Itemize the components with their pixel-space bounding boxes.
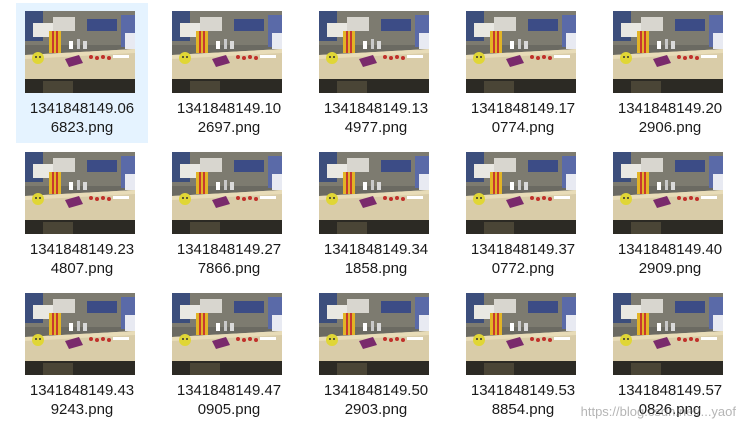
file-thumbnail bbox=[319, 152, 429, 234]
file-thumbnail bbox=[613, 293, 723, 375]
file-name: 1341848149.53 8854.png bbox=[457, 381, 589, 419]
file-name-line1: 1341848149.06 bbox=[29, 100, 135, 117]
file-name-line2: 2909.png bbox=[638, 260, 702, 277]
file-thumbnail bbox=[466, 152, 576, 234]
file-thumbnail bbox=[25, 293, 135, 375]
file-name-line1: 1341848149.47 bbox=[176, 382, 282, 399]
image-thumbnail-drawing bbox=[466, 11, 576, 93]
file-thumbnail bbox=[172, 11, 282, 93]
file-name: 1341848149.13 4977.png bbox=[310, 99, 442, 137]
file-name: 1341848149.37 0772.png bbox=[457, 240, 589, 278]
file-item[interactable]: 1341848149.37 0772.png bbox=[457, 144, 589, 284]
image-thumbnail-drawing bbox=[466, 152, 576, 234]
file-item[interactable]: 1341848149.13 4977.png bbox=[310, 3, 442, 143]
image-thumbnail-drawing bbox=[613, 152, 723, 234]
file-thumbnail bbox=[466, 11, 576, 93]
file-name: 1341848149.50 2903.png bbox=[310, 381, 442, 419]
file-name-line2: 7866.png bbox=[197, 260, 261, 277]
file-item[interactable]: 1341848149.23 4807.png bbox=[16, 144, 148, 284]
file-item[interactable]: 1341848149.34 1858.png bbox=[310, 144, 442, 284]
file-item[interactable]: 1341848149.06 6823.png bbox=[16, 3, 148, 143]
file-item[interactable]: 1341848149.57 0826.png bbox=[604, 285, 736, 425]
file-item[interactable]: 1341848149.27 7866.png bbox=[163, 144, 295, 284]
file-name-line2: 0826.png bbox=[638, 401, 702, 418]
file-name-line2: 6823.png bbox=[50, 119, 114, 136]
file-name-line1: 1341848149.50 bbox=[323, 382, 429, 399]
file-name: 1341848149.40 2909.png bbox=[604, 240, 736, 278]
file-thumbnail bbox=[613, 152, 723, 234]
file-thumbnail bbox=[25, 11, 135, 93]
image-thumbnail-drawing bbox=[172, 293, 282, 375]
file-item[interactable]: 1341848149.47 0905.png bbox=[163, 285, 295, 425]
image-thumbnail-drawing bbox=[172, 152, 282, 234]
image-thumbnail-drawing bbox=[319, 293, 429, 375]
file-grid: 1341848149.06 6823.png 1341848149.10 2697.… bbox=[0, 0, 740, 433]
file-thumbnail bbox=[172, 293, 282, 375]
file-name: 1341848149.17 0774.png bbox=[457, 99, 589, 137]
file-name-line1: 1341848149.57 bbox=[617, 382, 723, 399]
file-name: 1341848149.57 0826.png bbox=[604, 381, 736, 419]
file-item[interactable]: 1341848149.17 0774.png bbox=[457, 3, 589, 143]
file-name: 1341848149.10 2697.png bbox=[163, 99, 295, 137]
file-name-line2: 1858.png bbox=[344, 260, 408, 277]
file-item[interactable]: 1341848149.43 9243.png bbox=[16, 285, 148, 425]
image-thumbnail-drawing bbox=[613, 293, 723, 375]
image-thumbnail-drawing bbox=[319, 152, 429, 234]
file-name: 1341848149.23 4807.png bbox=[16, 240, 148, 278]
file-thumbnail bbox=[319, 11, 429, 93]
file-name: 1341848149.43 9243.png bbox=[16, 381, 148, 419]
file-name-line1: 1341848149.27 bbox=[176, 241, 282, 258]
file-name-line2: 4807.png bbox=[50, 260, 114, 277]
file-name-line1: 1341848149.10 bbox=[176, 100, 282, 117]
file-name-line1: 1341848149.20 bbox=[617, 100, 723, 117]
file-item[interactable]: 1341848149.50 2903.png bbox=[310, 285, 442, 425]
image-thumbnail-drawing bbox=[613, 11, 723, 93]
file-thumbnail bbox=[172, 152, 282, 234]
file-name-line1: 1341848149.17 bbox=[470, 100, 576, 117]
file-thumbnail bbox=[25, 152, 135, 234]
image-thumbnail-drawing bbox=[172, 11, 282, 93]
file-thumbnail bbox=[466, 293, 576, 375]
file-name-line2: 0772.png bbox=[491, 260, 555, 277]
file-name-line1: 1341848149.13 bbox=[323, 100, 429, 117]
file-name-line1: 1341848149.34 bbox=[323, 241, 429, 258]
file-name: 1341848149.20 2906.png bbox=[604, 99, 736, 137]
image-thumbnail-drawing bbox=[25, 293, 135, 375]
image-thumbnail-drawing bbox=[319, 11, 429, 93]
file-item[interactable]: 1341848149.40 2909.png bbox=[604, 144, 736, 284]
image-thumbnail-drawing bbox=[466, 293, 576, 375]
file-name: 1341848149.27 7866.png bbox=[163, 240, 295, 278]
file-name-line2: 2906.png bbox=[638, 119, 702, 136]
file-item[interactable]: 1341848149.20 2906.png bbox=[604, 3, 736, 143]
file-thumbnail bbox=[319, 293, 429, 375]
file-name-line2: 4977.png bbox=[344, 119, 408, 136]
file-name-line2: 9243.png bbox=[50, 401, 114, 418]
file-name-line2: 2697.png bbox=[197, 119, 261, 136]
file-item[interactable]: 1341848149.10 2697.png bbox=[163, 3, 295, 143]
file-name-line2: 0774.png bbox=[491, 119, 555, 136]
file-name: 1341848149.34 1858.png bbox=[310, 240, 442, 278]
file-name-line2: 0905.png bbox=[197, 401, 261, 418]
file-name-line2: 8854.png bbox=[491, 401, 555, 418]
file-item[interactable]: 1341848149.53 8854.png bbox=[457, 285, 589, 425]
file-name: 1341848149.47 0905.png bbox=[163, 381, 295, 419]
file-name-line2: 2903.png bbox=[344, 401, 408, 418]
file-name-line1: 1341848149.43 bbox=[29, 382, 135, 399]
image-thumbnail-drawing bbox=[25, 152, 135, 234]
file-thumbnail bbox=[613, 11, 723, 93]
file-name-line1: 1341848149.53 bbox=[470, 382, 576, 399]
file-name-line1: 1341848149.37 bbox=[470, 241, 576, 258]
file-name-line1: 1341848149.40 bbox=[617, 241, 723, 258]
file-name: 1341848149.06 6823.png bbox=[16, 99, 148, 137]
file-name-line1: 1341848149.23 bbox=[29, 241, 135, 258]
image-thumbnail-drawing bbox=[25, 11, 135, 93]
